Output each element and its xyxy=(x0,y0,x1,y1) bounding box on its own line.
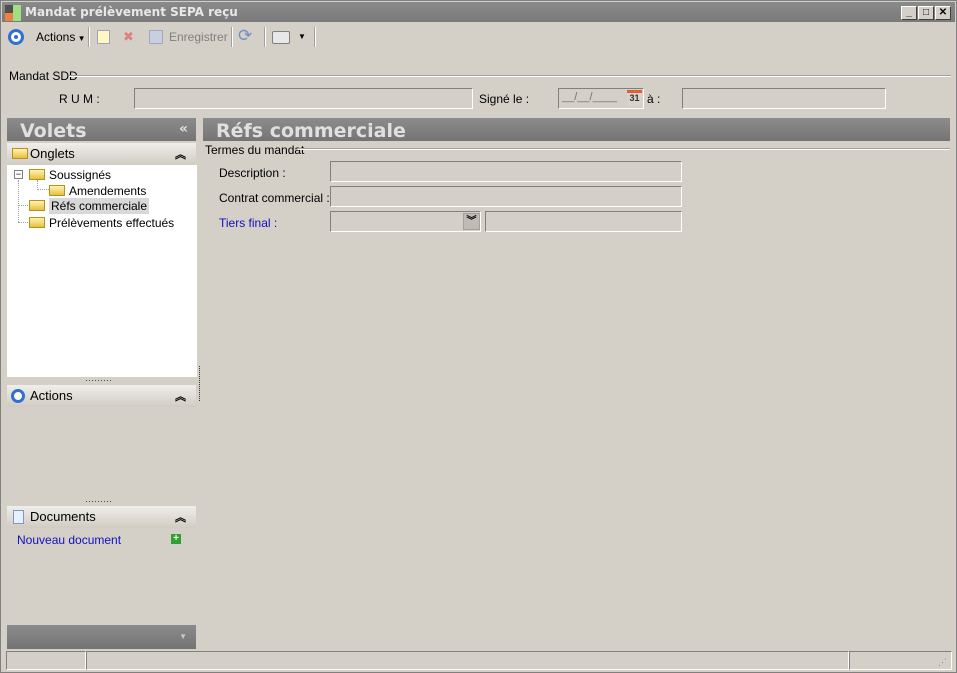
panes-title: Volets xyxy=(20,120,87,142)
tree-item-amendements[interactable]: Amendements xyxy=(49,184,146,198)
collapse-chevron-icon[interactable]: ︽ xyxy=(175,509,186,525)
refresh-icon[interactable]: ⟳ xyxy=(238,26,252,46)
tabs-section-title: Onglets xyxy=(30,146,75,161)
page-title: Réfs commerciale xyxy=(216,120,406,142)
place-label: à : xyxy=(647,92,661,106)
contract-label: Contrat commercial : xyxy=(219,191,330,205)
documents-section-header[interactable]: Documents ︽ xyxy=(7,506,196,528)
tree-item-label: Soussignés xyxy=(49,168,112,182)
new-document-link[interactable]: Nouveau document xyxy=(17,533,121,547)
splitter-handle[interactable]: ········· xyxy=(85,376,112,385)
tree-item-label: Réfs commerciale xyxy=(49,198,150,214)
documents-section-title: Documents xyxy=(30,509,96,524)
signed-label: Signé le : xyxy=(479,92,530,106)
actions-circle-icon xyxy=(8,29,24,45)
tabs-section-header[interactable]: Onglets ︽ xyxy=(7,143,196,165)
panes-header: Volets « xyxy=(7,118,196,142)
close-button[interactable]: ✕ xyxy=(935,6,951,20)
print-dropdown-icon[interactable]: ▼ xyxy=(298,32,306,41)
panes-footer-bar: ▼ xyxy=(7,625,196,649)
print-icon[interactable] xyxy=(272,31,290,44)
collapse-chevron-icon[interactable]: ︽ xyxy=(175,146,186,162)
tree-item-label: Prélèvements effectués xyxy=(49,216,175,230)
toolbar-separator xyxy=(88,27,90,47)
third-party-link-label[interactable]: Tiers final : xyxy=(219,216,277,230)
add-icon[interactable]: + xyxy=(171,534,181,544)
splitter-handle[interactable]: ········· xyxy=(85,497,112,506)
tabs-tree: − Soussignés Amendements Réfs commercial… xyxy=(7,165,197,377)
dropdown-arrow-icon: ▼ xyxy=(75,34,86,43)
tree-item-refs-commerciale[interactable]: Réfs commerciale xyxy=(29,198,150,214)
dropdown-arrow-icon[interactable]: ▼ xyxy=(179,632,187,641)
toolbar-separator xyxy=(231,27,233,47)
status-panel xyxy=(849,651,952,670)
main-header: Réfs commerciale xyxy=(203,118,950,142)
tree-line xyxy=(18,205,28,206)
tree-item-soussignes[interactable]: Soussignés xyxy=(29,168,111,182)
actions-menu-label: Actions xyxy=(36,30,76,44)
tree-item-label: Amendements xyxy=(69,184,147,198)
folder-icon xyxy=(12,148,28,159)
minimize-button[interactable]: _ xyxy=(901,6,917,20)
terms-group-label: Termes du mandat xyxy=(205,143,305,157)
place-input[interactable] xyxy=(682,88,886,109)
tree-item-prelevements[interactable]: Prélèvements effectués xyxy=(29,216,174,230)
folder-icon xyxy=(29,169,45,180)
window: Mandat prélèvement SEPA reçu _ □ ✕ Actio… xyxy=(0,0,957,673)
document-icon xyxy=(13,510,24,524)
combo-dropdown-icon[interactable]: ︾ xyxy=(463,213,480,230)
actions-circle-icon xyxy=(11,389,25,403)
rum-label: R U M : xyxy=(59,92,100,106)
description-input[interactable] xyxy=(330,161,682,182)
window-title: Mandat prélèvement SEPA reçu xyxy=(25,5,238,19)
actions-section-header[interactable]: Actions ︽ xyxy=(7,385,196,407)
status-panel xyxy=(6,651,86,670)
toolbar-separator xyxy=(264,27,266,47)
tree-line xyxy=(18,180,19,222)
resize-grip-icon[interactable]: ⋰ xyxy=(938,657,947,668)
save-icon[interactable] xyxy=(149,30,163,44)
save-button[interactable]: Enregistrer xyxy=(169,30,228,44)
app-icon xyxy=(5,5,21,21)
group-divider xyxy=(69,75,951,77)
toolbar-separator xyxy=(314,27,316,47)
actions-menu-button[interactable]: Actions ▼ xyxy=(36,30,86,44)
collapse-chevron-icon[interactable]: ︽ xyxy=(175,388,186,404)
collapse-panes-button[interactable]: « xyxy=(179,121,188,137)
open-folder-icon xyxy=(29,200,45,211)
mandat-group-label: Mandat SDD xyxy=(9,69,78,83)
maximize-button[interactable]: □ xyxy=(918,6,934,20)
description-label: Description : xyxy=(219,166,286,180)
folder-icon xyxy=(29,217,45,228)
group-divider xyxy=(298,148,950,150)
actions-section-title: Actions xyxy=(30,388,73,403)
folder-icon xyxy=(49,185,65,196)
delete-icon[interactable]: ✖ xyxy=(123,29,134,45)
calendar-icon[interactable]: 31 xyxy=(627,90,642,106)
status-panel xyxy=(86,651,849,670)
new-icon[interactable] xyxy=(97,30,110,44)
rum-input[interactable] xyxy=(134,88,473,109)
third-party-name-input[interactable] xyxy=(485,211,682,232)
contract-input[interactable] xyxy=(330,186,682,207)
tree-collapse-toggle[interactable]: − xyxy=(14,170,23,179)
tree-line xyxy=(18,222,28,223)
vertical-splitter[interactable] xyxy=(199,366,200,401)
third-party-combo[interactable] xyxy=(330,211,481,232)
